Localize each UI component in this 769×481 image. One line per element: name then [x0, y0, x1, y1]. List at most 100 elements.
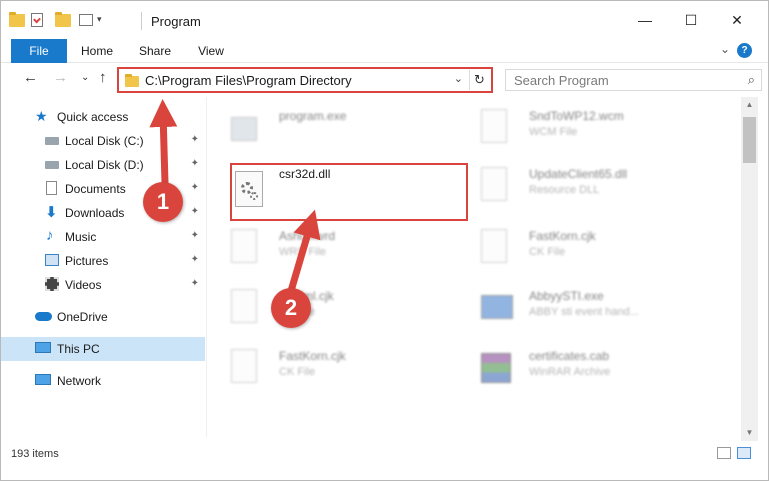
- close-button[interactable]: ✕: [714, 1, 760, 39]
- address-dropdown-chevron-icon[interactable]: ⌄: [454, 72, 463, 85]
- folder-icon: [125, 74, 139, 87]
- explorer-window: ▾ Program — ☐ ✕ File Home Share View ⌄ ?…: [0, 0, 769, 481]
- search-icon[interactable]: ⌕: [748, 72, 755, 88]
- sidebar-item-pictures[interactable]: Pictures ✦: [1, 249, 205, 273]
- pin-icon[interactable]: ✦: [191, 134, 199, 145]
- file-type: CK File: [279, 366, 316, 378]
- sidebar-item-label: Local Disk (D:): [65, 158, 144, 172]
- downloads-icon: ⬇: [45, 204, 58, 221]
- file-item[interactable]: Ashd.xwrd WRD File: [209, 223, 449, 279]
- file-highlight-box: [230, 163, 468, 221]
- sidebar-item-network[interactable]: Network: [1, 369, 205, 393]
- address-path[interactable]: C:\Program Files\Program Directory: [145, 73, 352, 88]
- new-folder-icon[interactable]: [55, 12, 71, 28]
- navigation-pane: ★ Quick access Local Disk (C:) ✦ Local D…: [1, 97, 207, 437]
- step-2-badge: 2: [271, 288, 311, 328]
- sidebar-item-this-pc[interactable]: This PC: [1, 337, 205, 361]
- cloud-icon: [35, 312, 52, 321]
- file-item[interactable]: SndToWP12.wcm WCM File: [459, 103, 699, 159]
- sidebar-item-label: Music: [65, 230, 97, 244]
- sidebar-item-quick-access[interactable]: ★ Quick access: [1, 105, 205, 129]
- pin-icon[interactable]: ✦: [191, 182, 199, 193]
- window-title: Program: [151, 14, 201, 29]
- folder-icon: [9, 12, 25, 28]
- pin-icon[interactable]: ✦: [191, 158, 199, 169]
- sidebar-item-videos[interactable]: Videos ✦: [1, 273, 205, 297]
- file-name: AbbyySTI.exe: [529, 289, 604, 303]
- file-item[interactable]: FastKorn.cjk CK File: [209, 343, 449, 399]
- sidebar-item-label: OneDrive: [57, 310, 108, 324]
- title-separator: [141, 12, 142, 30]
- star-icon: ★: [35, 108, 48, 124]
- address-row: ← → ⌄ ↑ C:\Program Files\Program Directo…: [1, 63, 768, 95]
- pin-icon[interactable]: ✦: [191, 206, 199, 217]
- tab-share[interactable]: Share: [131, 39, 179, 63]
- file-item[interactable]: certificates.cab WinRAR Archive: [459, 343, 699, 399]
- file-item[interactable]: UpdateClient65.dll Resource DLL: [459, 161, 699, 217]
- help-icon[interactable]: ?: [737, 43, 752, 58]
- sidebar-item-label: Pictures: [65, 254, 109, 268]
- file-name: FastKorn.cjk: [279, 349, 346, 363]
- pin-icon[interactable]: ✦: [191, 278, 199, 289]
- customize-toolbar-chevron-icon[interactable]: ▾: [97, 14, 102, 25]
- file-type: WRD File: [279, 246, 327, 258]
- minimize-button[interactable]: —: [622, 1, 668, 39]
- sidebar-item-label: Network: [57, 374, 102, 388]
- file-type: WCM File: [529, 126, 578, 138]
- forward-button[interactable]: →: [53, 69, 68, 86]
- sidebar-item-music[interactable]: ♪ Music ✦: [1, 225, 205, 249]
- back-button[interactable]: ←: [23, 69, 38, 86]
- tab-home[interactable]: Home: [73, 39, 121, 63]
- file-icon: [231, 229, 263, 269]
- file-item[interactable]: FastKorn.cjk CK File: [459, 223, 699, 279]
- file-name: program.exe: [279, 109, 347, 123]
- sidebar-item-label: This PC: [57, 342, 100, 356]
- item-count: 193 items: [11, 448, 59, 460]
- large-icons-view-icon[interactable]: [737, 447, 751, 459]
- tab-view[interactable]: View: [187, 39, 235, 63]
- file-icon: [231, 349, 263, 389]
- documents-icon: [46, 181, 57, 195]
- sidebar-item-local-disk-d[interactable]: Local Disk (D:) ✦: [1, 153, 205, 177]
- scrollbar-thumb[interactable]: [743, 117, 756, 163]
- winrar-archive-icon: [481, 349, 513, 389]
- quick-access-toolbar-icon[interactable]: [79, 14, 93, 26]
- pin-icon[interactable]: ✦: [191, 230, 199, 241]
- address-bar[interactable]: C:\Program Files\Program Directory ⌄ ↻: [117, 67, 493, 93]
- step-1-badge: 1: [143, 182, 183, 222]
- pictures-icon: [45, 254, 59, 266]
- computer-icon: [35, 342, 51, 353]
- vertical-scrollbar[interactable]: ▲ ▼: [741, 97, 758, 441]
- properties-icon[interactable]: [31, 13, 43, 27]
- refresh-button[interactable]: ↻: [469, 70, 489, 90]
- tab-file[interactable]: File: [11, 39, 67, 63]
- maximize-button[interactable]: ☐: [668, 1, 714, 39]
- file-item[interactable]: Ashtml.cjk CK File: [209, 283, 449, 339]
- application-icon: [481, 289, 513, 329]
- file-type: Resource DLL: [529, 184, 600, 196]
- recent-locations-chevron-icon[interactable]: ⌄: [81, 72, 89, 83]
- ribbon: File Home Share View ⌄ ?: [1, 39, 768, 63]
- collapse-ribbon-chevron-icon[interactable]: ⌄: [720, 42, 730, 56]
- sidebar-item-onedrive[interactable]: OneDrive: [1, 305, 205, 329]
- scroll-down-arrow-icon[interactable]: ▼: [741, 425, 758, 441]
- file-list: program.exe SndToWP12.wcm WCM File csr32…: [209, 97, 741, 437]
- title-bar: ▾ Program — ☐ ✕: [1, 1, 768, 39]
- search-input[interactable]: Search Program: [514, 73, 609, 88]
- file-type: WinRAR Archive: [529, 366, 611, 378]
- file-icon: [231, 289, 263, 329]
- file-name: SndToWP12.wcm: [529, 109, 624, 123]
- sidebar-item-label: Quick access: [57, 110, 129, 124]
- up-button[interactable]: ↑: [99, 69, 107, 86]
- music-icon: ♪: [46, 227, 54, 244]
- file-item[interactable]: AbbyySTI.exe ABBY sti event hand...: [459, 283, 699, 339]
- search-box[interactable]: Search Program ⌕: [505, 69, 762, 91]
- scroll-up-arrow-icon[interactable]: ▲: [741, 97, 758, 113]
- details-view-icon[interactable]: [717, 447, 731, 459]
- sidebar-item-label: Local Disk (C:): [65, 134, 144, 148]
- sidebar-item-local-disk-c[interactable]: Local Disk (C:) ✦: [1, 129, 205, 153]
- sidebar-item-label: Videos: [65, 278, 102, 292]
- pin-icon[interactable]: ✦: [191, 254, 199, 265]
- file-item[interactable]: program.exe: [209, 103, 449, 159]
- sidebar-item-label: Documents: [65, 182, 126, 196]
